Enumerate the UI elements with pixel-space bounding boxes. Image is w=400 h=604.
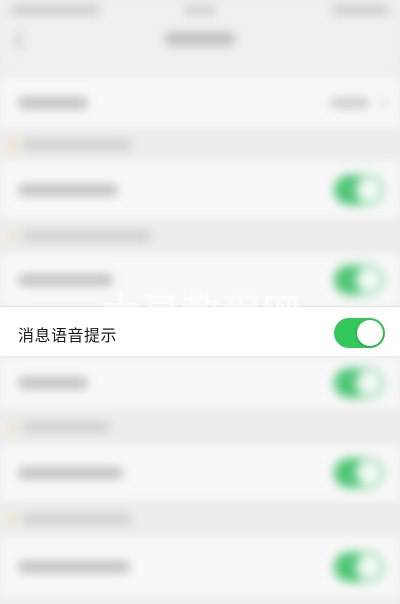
settings-row[interactable] <box>0 537 400 597</box>
settings-row[interactable] <box>0 357 400 409</box>
nav-title <box>165 32 235 46</box>
toggle-switch[interactable] <box>334 265 384 295</box>
blurred-background-content <box>0 0 400 604</box>
settings-row[interactable] <box>0 445 400 501</box>
toggle-switch[interactable] <box>334 175 384 205</box>
settings-row[interactable] <box>0 254 400 306</box>
settings-row[interactable] <box>0 78 400 128</box>
section-header <box>0 409 400 445</box>
voice-alert-setting-row[interactable]: 消息语音提示 <box>0 306 400 357</box>
back-icon[interactable] <box>13 31 33 51</box>
settings-row[interactable] <box>0 162 400 218</box>
section-header <box>0 218 400 254</box>
nav-bar <box>0 18 400 70</box>
toggle-knob <box>357 320 383 346</box>
toggle-switch[interactable] <box>334 368 384 398</box>
toggle-switch[interactable] <box>334 552 384 582</box>
chevron-right-icon <box>373 95 389 111</box>
section-header <box>0 501 400 537</box>
voice-alert-toggle[interactable] <box>334 318 385 348</box>
section-header <box>0 128 400 162</box>
toggle-switch[interactable] <box>334 458 384 488</box>
setting-label: 消息语音提示 <box>18 326 118 345</box>
settings-page: 消息语音提示 木星教程网 <box>0 0 400 604</box>
